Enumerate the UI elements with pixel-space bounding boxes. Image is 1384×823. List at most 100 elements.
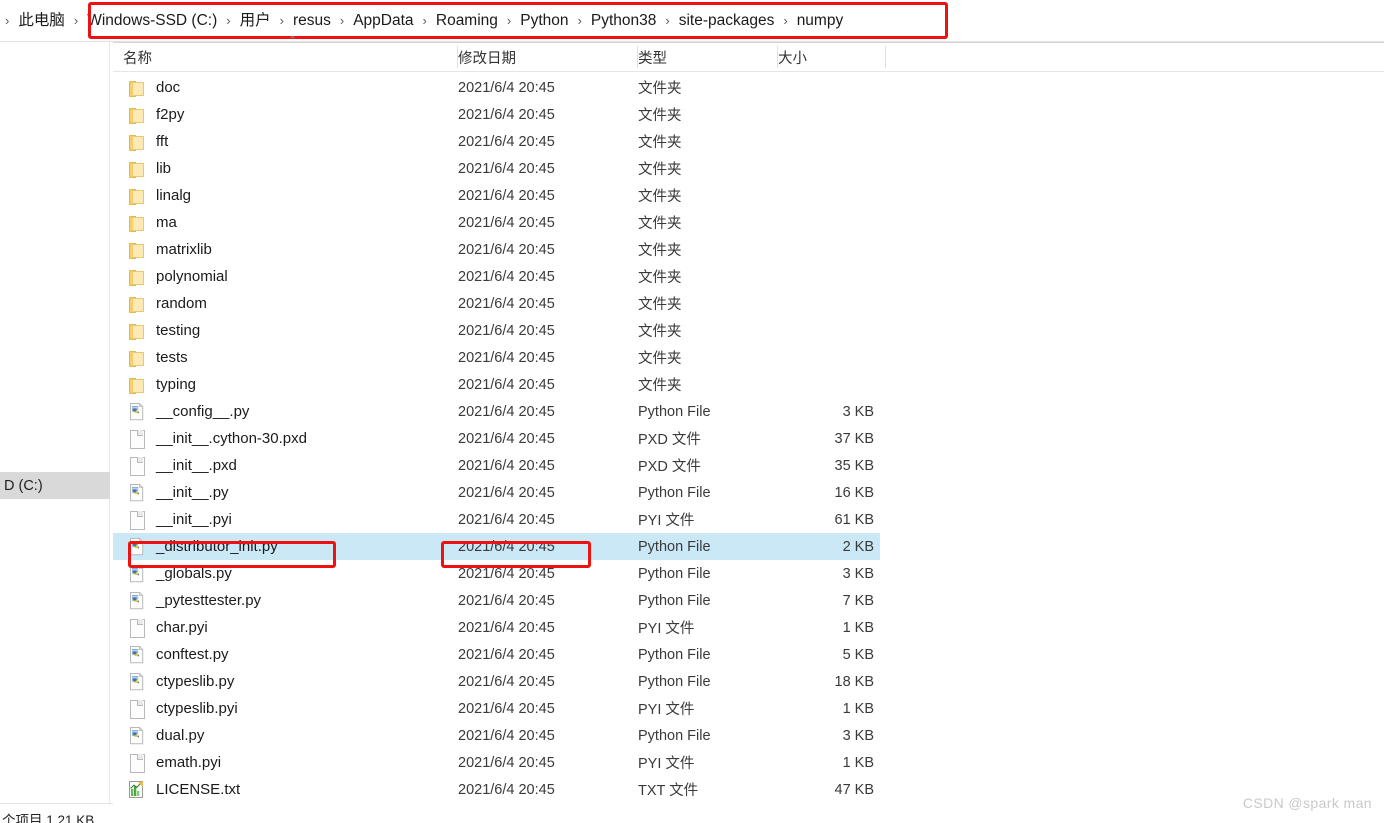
file-type-label: 文件夹 [638,135,682,151]
file-date-label: 2021/6/4 20:45 [458,241,555,258]
cell-date: 2021/6/4 20:45 [458,560,638,587]
cell-date: 2021/6/4 20:45 [458,101,638,128]
file-list-row[interactable]: tests 2021/6/4 20:45 文件夹 [113,344,880,371]
column-header-size[interactable]: 大小 [778,43,886,71]
cell-name[interactable]: ctypeslib.py [113,668,443,695]
cell-name[interactable]: __init__.cython-30.pxd [113,425,443,452]
file-list-row[interactable]: random 2021/6/4 20:45 文件夹 [113,290,880,317]
cell-name[interactable]: conftest.py [113,641,443,668]
python-file-icon [127,537,146,556]
file-list-row[interactable]: _pytesttester.py 2021/6/4 20:45 Python Fil… [113,587,880,614]
cell-size: 16 KB [753,479,880,506]
file-list-row[interactable]: _globals.py 2021/6/4 20:45 Python File 3 KB [113,560,880,587]
file-list-row[interactable]: __config__.py 2021/6/4 20:45 Python File 3 … [113,398,880,425]
breadcrumb-item-appdata[interactable]: AppData [349,9,417,33]
breadcrumb-separator-icon: › [665,12,670,28]
breadcrumb-item-this-pc[interactable]: 此电脑 [14,9,69,33]
file-date-label: 2021/6/4 20:45 [458,457,555,474]
file-type-label: 文件夹 [638,216,682,232]
file-list-row[interactable]: ma 2021/6/4 20:45 文件夹 [113,209,880,236]
cell-size [753,263,880,290]
breadcrumb-item-windows-ssd-c[interactable]: Windows-SSD (C:) [83,9,221,33]
cell-name[interactable]: polynomial [113,263,443,290]
cell-size: 3 KB [753,398,880,425]
file-list-row[interactable]: linalg 2021/6/4 20:45 文件夹 [113,182,880,209]
cell-name[interactable]: __init__.pyi [113,506,443,533]
breadcrumb-item-resus[interactable]: resus [289,9,335,33]
file-type-label: Python File [638,403,711,420]
file-list-row[interactable]: __init__.py 2021/6/4 20:45 Python File 16 K… [113,479,880,506]
cell-name[interactable]: LICENSE.txt [113,776,443,803]
breadcrumb-item-users[interactable]: 用户 [236,9,275,33]
cell-name[interactable]: ma [113,209,443,236]
breadcrumb-item-python38[interactable]: Python38 [587,9,661,33]
cell-name[interactable]: __config__.py [113,398,443,425]
cell-name[interactable]: dual.py [113,722,443,749]
cell-name[interactable]: emath.pyi [113,749,443,776]
file-date-label: 2021/6/4 20:45 [458,214,555,231]
file-date-label: 2021/6/4 20:45 [458,106,555,123]
file-list-row[interactable]: lib 2021/6/4 20:45 文件夹 [113,155,880,182]
cell-date: 2021/6/4 20:45 [458,587,638,614]
sidebar-item-drive-c[interactable]: D (C:) [0,472,110,499]
cell-size [753,128,880,155]
file-list-row[interactable]: _distributor_init.py 2021/6/4 20:45 Python… [113,533,880,560]
column-divider[interactable] [885,46,886,68]
cell-name[interactable]: __init__.py [113,479,443,506]
file-name-label: f2py [156,106,185,123]
cell-name[interactable]: _globals.py [113,560,443,587]
cell-name[interactable]: typing [113,371,443,398]
breadcrumb-item-site-packages[interactable]: site-packages [675,9,779,33]
cell-name[interactable]: _pytesttester.py [113,587,443,614]
column-header-type[interactable]: 类型 [638,43,778,71]
cell-name[interactable]: ctypeslib.pyi [113,695,443,722]
file-list-row[interactable]: emath.pyi 2021/6/4 20:45 PYI 文件 1 KB [113,749,880,776]
file-list-row[interactable]: __init__.cython-30.pxd 2021/6/4 20:45 PXD … [113,425,880,452]
cell-name[interactable]: lib [113,155,443,182]
column-header-date[interactable]: 修改日期 [458,43,638,71]
blank-document-icon [127,429,146,449]
file-date-label: 2021/6/4 20:45 [458,592,555,609]
breadcrumb-item-python[interactable]: Python [516,9,572,33]
file-list-row[interactable]: testing 2021/6/4 20:45 文件夹 [113,317,880,344]
cell-name[interactable]: tests [113,344,443,371]
column-header-name[interactable]: ⌃ 名称 [113,36,458,71]
cell-name[interactable]: char.pyi [113,614,443,641]
cell-name[interactable]: matrixlib [113,236,443,263]
cell-date: 2021/6/4 20:45 [458,128,638,155]
file-list-row[interactable]: fft 2021/6/4 20:45 文件夹 [113,128,880,155]
file-list-row[interactable]: __init__.pyi 2021/6/4 20:45 PYI 文件 61 KB [113,506,880,533]
cell-name[interactable]: random [113,290,443,317]
file-list-row[interactable]: char.pyi 2021/6/4 20:45 PYI 文件 1 KB [113,614,880,641]
python-file-icon [127,564,146,583]
cell-name[interactable]: doc [113,74,443,101]
cell-name[interactable]: __init__.pxd [113,452,443,479]
cell-name[interactable]: testing [113,317,443,344]
file-list-row[interactable]: matrixlib 2021/6/4 20:45 文件夹 [113,236,880,263]
file-list-row[interactable]: __init__.pxd 2021/6/4 20:45 PXD 文件 35 KB [113,452,880,479]
breadcrumb-item-roaming[interactable]: Roaming [432,9,502,33]
cell-name[interactable]: fft [113,128,443,155]
file-list-row[interactable]: polynomial 2021/6/4 20:45 文件夹 [113,263,880,290]
breadcrumb-item-numpy[interactable]: numpy [793,9,848,33]
file-list-row[interactable]: doc 2021/6/4 20:45 文件夹 [113,74,880,101]
file-date-label: 2021/6/4 20:45 [458,619,555,636]
cell-name[interactable]: linalg [113,182,443,209]
python-file-icon [127,591,146,610]
file-list-row[interactable]: LICENSE.txt 2021/6/4 20:45 TXT 文件 47 KB [113,776,880,803]
file-type-label: PXD 文件 [638,432,701,448]
file-type-label: Python File [638,538,711,555]
file-size-label: 2 KB [842,538,874,555]
file-name-label: lib [156,160,172,177]
file-list-row[interactable]: ctypeslib.pyi 2021/6/4 20:45 PYI 文件 1 KB [113,695,880,722]
file-list-row[interactable]: dual.py 2021/6/4 20:45 Python File 3 KB [113,722,880,749]
file-list-row[interactable]: conftest.py 2021/6/4 20:45 Python File 5 KB [113,641,880,668]
breadcrumb[interactable]: › 此电脑 › Windows-SSD (C:) › 用户 › resus › … [0,0,1384,41]
file-list-row[interactable]: ctypeslib.py 2021/6/4 20:45 Python File 18 … [113,668,880,695]
cell-size: 1 KB [753,614,880,641]
cell-name[interactable]: f2py [113,101,443,128]
cell-name[interactable]: _distributor_init.py [113,533,443,560]
file-list-row[interactable]: f2py 2021/6/4 20:45 文件夹 [113,101,880,128]
cell-date: 2021/6/4 20:45 [458,290,638,317]
file-list-row[interactable]: typing 2021/6/4 20:45 文件夹 [113,371,880,398]
